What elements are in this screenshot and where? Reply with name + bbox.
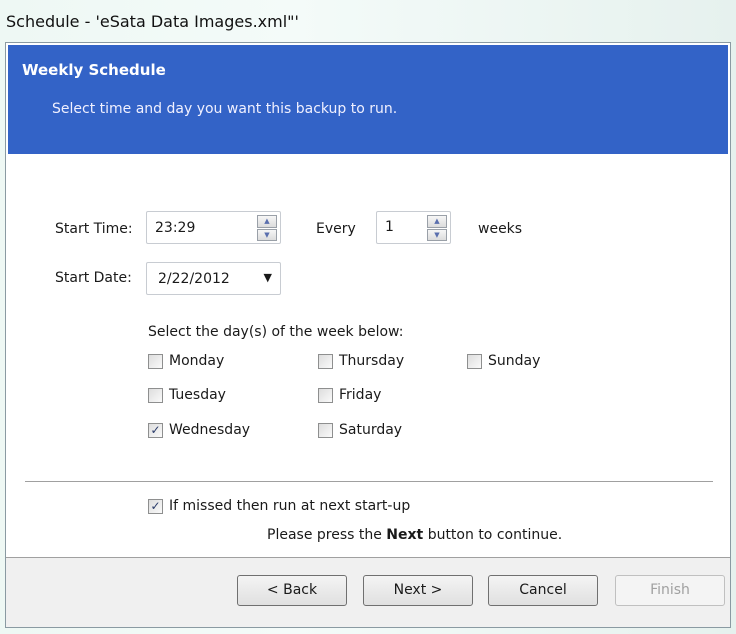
up-arrow-icon[interactable]: ▲ — [427, 215, 447, 228]
hint-bold: Next — [386, 527, 424, 543]
checkbox-saturday[interactable]: Saturday — [318, 422, 402, 438]
every-label: Every — [316, 221, 356, 237]
start-time-input[interactable]: 23:29 ▲ ▼ — [146, 211, 281, 244]
checkbox-label: Monday — [169, 353, 225, 369]
finish-button: Finish — [615, 575, 725, 606]
down-arrow-icon[interactable]: ▼ — [427, 228, 447, 241]
checkbox-label: Thursday — [339, 353, 405, 369]
start-time-value: 23:29 — [155, 220, 196, 236]
header-title: Weekly Schedule — [22, 61, 166, 79]
checkbox-monday[interactable]: Monday — [148, 353, 224, 369]
every-spinner[interactable]: ▲ ▼ — [427, 215, 447, 241]
days-prompt: Select the day(s) of the week below: — [148, 324, 404, 340]
wizard-dialog: Weekly Schedule Select time and day you … — [5, 42, 731, 628]
weeks-label: weeks — [478, 221, 523, 237]
checkbox-sunday[interactable]: Sunday — [467, 353, 540, 369]
checkbox-label: Tuesday — [169, 387, 226, 403]
every-value: 1 — [385, 219, 394, 235]
checkbox-wednesday[interactable]: ✓ Wednesday — [148, 422, 250, 438]
checkbox-label: Saturday — [339, 422, 403, 438]
up-arrow-icon[interactable]: ▲ — [257, 215, 277, 228]
cancel-button[interactable]: Cancel — [488, 575, 598, 606]
back-button[interactable]: < Back — [237, 575, 347, 606]
checkbox-run-if-missed[interactable]: ✓ If missed then run at next start-up — [148, 498, 410, 514]
start-date-picker[interactable]: 2/22/2012 ▼ — [146, 262, 281, 295]
checkbox-label: If missed then run at next start-up — [169, 498, 411, 514]
checkbox-box[interactable] — [148, 387, 163, 403]
start-time-label: Start Time: — [55, 221, 133, 237]
divider — [25, 481, 713, 482]
check-icon[interactable]: ✓ — [148, 498, 163, 514]
checkbox-friday[interactable]: Friday — [318, 387, 381, 403]
checkbox-box[interactable] — [467, 353, 482, 369]
header-subtitle: Select time and day you want this backup… — [52, 101, 398, 117]
start-date-label: Start Date: — [55, 270, 132, 286]
checkbox-box[interactable] — [318, 387, 333, 403]
next-button[interactable]: Next > — [363, 575, 473, 606]
hint-text: Please press the — [267, 527, 382, 543]
checkbox-tuesday[interactable]: Tuesday — [148, 387, 226, 403]
checkbox-box[interactable] — [318, 353, 333, 369]
dropdown-arrow-icon[interactable]: ▼ — [264, 271, 272, 284]
button-bar: < Back Next > Cancel Finish — [6, 557, 730, 627]
checkbox-box[interactable] — [318, 422, 333, 438]
every-weeks-input[interactable]: 1 ▲ ▼ — [376, 211, 451, 244]
check-icon[interactable]: ✓ — [148, 422, 163, 438]
checkbox-box[interactable] — [148, 353, 163, 369]
checkbox-label: Friday — [339, 387, 382, 403]
checkbox-thursday[interactable]: Thursday — [318, 353, 404, 369]
checkbox-label: Wednesday — [169, 422, 251, 438]
down-arrow-icon[interactable]: ▼ — [257, 228, 277, 241]
hint-text: button to continue. — [427, 527, 563, 543]
start-date-value: 2/22/2012 — [158, 271, 230, 287]
header-banner: Weekly Schedule Select time and day you … — [6, 43, 730, 156]
start-time-spinner[interactable]: ▲ ▼ — [257, 215, 277, 241]
continue-hint: Please press the Next button to continue… — [267, 527, 562, 543]
checkbox-label: Sunday — [488, 353, 541, 369]
window-title: Schedule - 'eSata Data Images.xml"' — [6, 12, 299, 31]
